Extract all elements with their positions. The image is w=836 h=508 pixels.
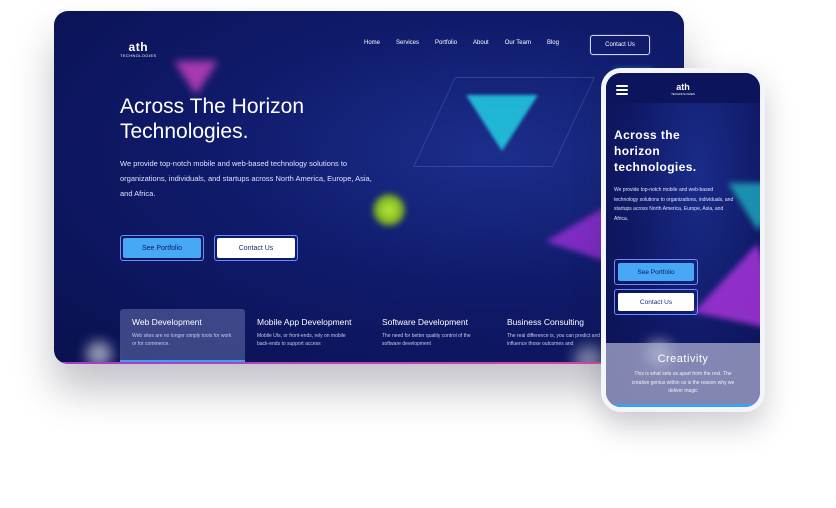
- logo-mark: ath: [128, 40, 149, 54]
- service-title: Web Development: [132, 317, 202, 327]
- logo-subtitle: TECHNOLOGIES: [120, 53, 157, 58]
- see-portfolio-label: See Portfolio: [123, 238, 201, 258]
- nav-services[interactable]: Services: [396, 40, 419, 46]
- site-logo[interactable]: ath TECHNOLOGIES: [120, 41, 157, 58]
- mobile-phone-mockup: ath TECHNOLOGIES Across the horizon tech…: [601, 68, 765, 412]
- service-text: Mobile UIs, or front-ends, rely on mobil…: [257, 333, 346, 347]
- service-tab-mobile-app-development[interactable]: Mobile App Development Mobile UIs, or fr…: [245, 309, 370, 364]
- creativity-card[interactable]: Creativity This is what sets us apart fr…: [606, 343, 760, 407]
- service-text: The real difference is, you can predict …: [507, 333, 601, 347]
- service-title: Business Consulting: [507, 317, 585, 327]
- card-text: This is what sets us apart from the rest…: [631, 371, 735, 394]
- nav-blog[interactable]: Blog: [547, 40, 559, 46]
- mobile-contact-us-button[interactable]: Contact Us: [614, 289, 698, 315]
- mobile-see-portfolio-button[interactable]: See Portfolio: [614, 259, 698, 285]
- logo-mark: ath: [676, 82, 690, 92]
- card-title: Creativity: [657, 353, 709, 365]
- mobile-hero-description: We provide top-notch mobile and web-base…: [614, 187, 734, 222]
- service-title: Software Development: [382, 317, 468, 327]
- service-title: Mobile App Development: [257, 317, 352, 327]
- accent-divider: [54, 362, 684, 364]
- purple-triangle-decoration: [693, 233, 760, 333]
- see-portfolio-label: See Portfolio: [618, 263, 694, 281]
- nav-portfolio[interactable]: Portfolio: [435, 40, 457, 46]
- mobile-hero-title-line1: Across the: [614, 128, 681, 142]
- hero-title-line1: Across The Horizon: [120, 95, 305, 118]
- logo-subtitle: TECHNOLOGIES: [671, 92, 695, 96]
- mobile-hero-title: Across the horizon technologies.: [614, 127, 697, 175]
- see-portfolio-button[interactable]: See Portfolio: [120, 235, 204, 261]
- mobile-screen: ath TECHNOLOGIES Across the horizon tech…: [606, 73, 760, 407]
- service-text: Web sites are no longer simply tools for…: [132, 333, 232, 347]
- nav-about[interactable]: About: [473, 40, 489, 46]
- hero-description: We provide top-notch mobile and web-base…: [120, 159, 372, 198]
- nav-home[interactable]: Home: [364, 40, 380, 46]
- mobile-logo[interactable]: ath TECHNOLOGIES: [668, 82, 698, 97]
- cyan-triangle-decoration: [466, 95, 538, 151]
- service-text: The need for better quality control of t…: [382, 333, 471, 347]
- services-tabs: Web Development Web sites are no longer …: [120, 309, 640, 364]
- mobile-hero-title-line3: technologies.: [614, 160, 697, 174]
- mobile-hero-title-line2: horizon: [614, 144, 661, 158]
- hamburger-menu-icon[interactable]: [616, 85, 628, 95]
- white-glow-decoration: [86, 341, 112, 364]
- nav-contact-button[interactable]: Contact Us: [590, 35, 650, 55]
- main-nav: Home Services Portfolio About Our Team B…: [364, 40, 575, 46]
- contact-us-label: Contact Us: [618, 293, 694, 311]
- nav-our-team[interactable]: Our Team: [505, 40, 531, 46]
- hero-title: Across The Horizon Technologies.: [120, 94, 304, 144]
- mobile-header: ath TECHNOLOGIES: [606, 73, 760, 103]
- desktop-website-mockup: ath TECHNOLOGIES Home Services Portfolio…: [54, 11, 684, 364]
- contact-us-button[interactable]: Contact Us: [214, 235, 298, 261]
- service-tab-web-development[interactable]: Web Development Web sites are no longer …: [120, 309, 245, 364]
- contact-us-label: Contact Us: [217, 238, 295, 258]
- magenta-triangle-decoration: [174, 61, 218, 95]
- service-tab-software-development[interactable]: Software Development The need for better…: [370, 309, 495, 364]
- hero-title-line2: Technologies.: [120, 120, 249, 143]
